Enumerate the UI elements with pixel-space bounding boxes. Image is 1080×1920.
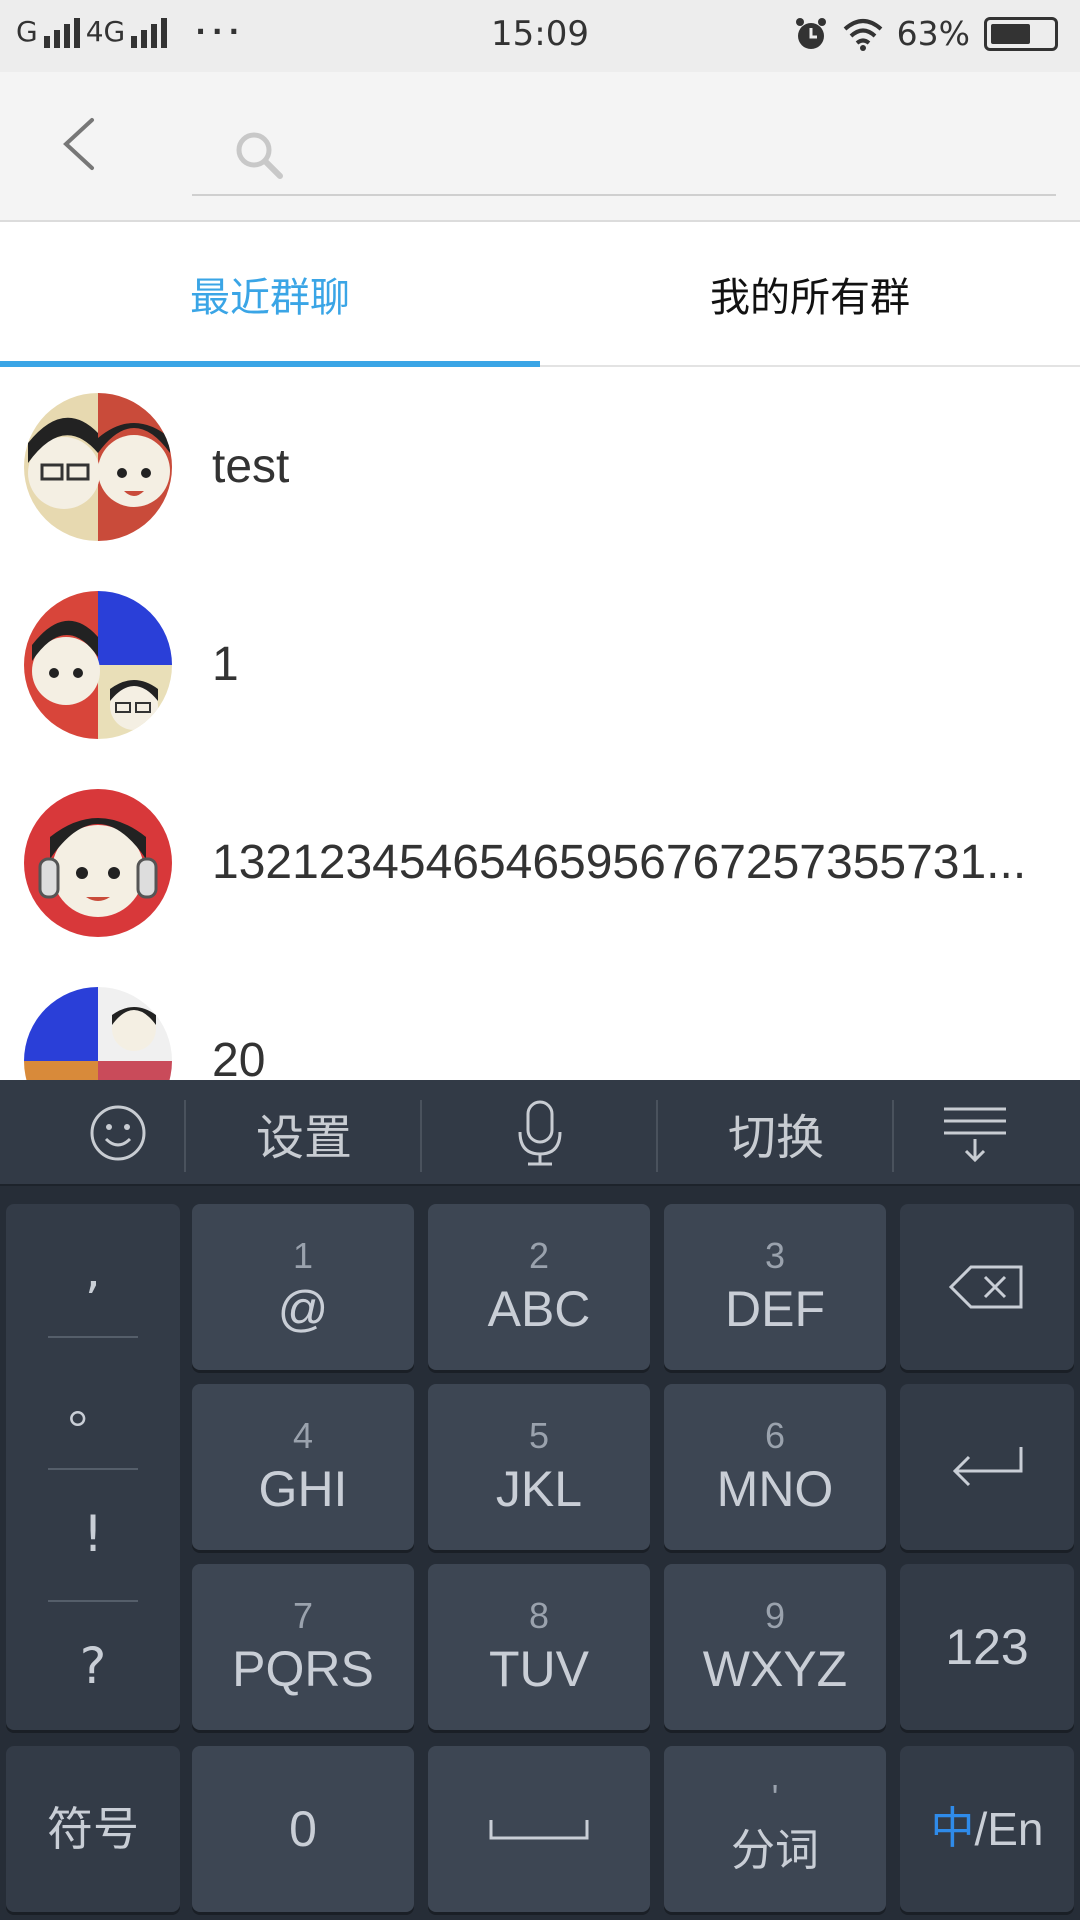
settings-button[interactable]: 设置 [186, 1080, 422, 1186]
lang-en-label: /En [974, 1803, 1044, 1855]
lang-zh-label: 中 [930, 1803, 975, 1854]
group-avatar [24, 789, 172, 937]
search-header [0, 72, 1080, 222]
split-word-key[interactable]: ' 分词 [664, 1746, 886, 1912]
group-list: test 1 13212345465465956767257355731... … [0, 368, 1080, 1080]
key-5[interactable]: 5 JKL [428, 1384, 650, 1550]
symbols-key[interactable]: 符号 [6, 1746, 180, 1912]
key-3[interactable]: 3 DEF [664, 1204, 886, 1370]
battery-icon [984, 16, 1058, 51]
key-2[interactable]: 2 ABC [428, 1204, 650, 1370]
key-number: 2 [528, 1235, 550, 1276]
microphone-icon [518, 1100, 562, 1166]
search-field[interactable] [192, 110, 1056, 196]
key-letters: JKL [495, 1461, 583, 1517]
wifi-icon [843, 18, 882, 51]
space-icon [489, 1820, 589, 1840]
key-1[interactable]: 1 @ [192, 1204, 414, 1370]
key-0[interactable]: 0 [192, 1746, 414, 1912]
key-letters: MNO [716, 1461, 834, 1517]
tab-bar: 最近群聊 我的所有群 [0, 222, 1080, 367]
key-number: 6 [764, 1415, 786, 1456]
space-key[interactable] [428, 1746, 650, 1912]
voice-button[interactable] [422, 1080, 658, 1186]
group-avatar [24, 987, 172, 1080]
key-letters: PQRS [232, 1641, 374, 1697]
key-letters: WXYZ [702, 1641, 848, 1697]
punctuation-column: , 。 ! ? [6, 1204, 180, 1730]
key-number: 4 [292, 1415, 314, 1456]
key-4[interactable]: 4 GHI [192, 1384, 414, 1550]
group-row[interactable]: 13212345465465956767257355731... [0, 764, 1080, 962]
group-name: 13212345465465956767257355731... [212, 836, 1027, 889]
key-label: 分词 [731, 1825, 819, 1876]
emoji-icon [90, 1105, 146, 1161]
status-icons: 63% [793, 14, 1058, 53]
key-8[interactable]: 8 TUV [428, 1564, 650, 1730]
backspace-key[interactable] [900, 1204, 1074, 1370]
key-letters: DEF [725, 1281, 825, 1337]
hide-keyboard-button[interactable] [870, 1080, 1080, 1186]
punct-key-question[interactable]: ? [6, 1600, 180, 1732]
group-name: 1 [212, 638, 239, 691]
numeric-mode-key[interactable]: 123 [900, 1564, 1074, 1730]
key-letters: TUV [489, 1641, 589, 1697]
key-letters: @ [277, 1281, 329, 1337]
group-avatar [24, 591, 172, 739]
key-9[interactable]: 9 WXYZ [664, 1564, 886, 1730]
key-letters: GHI [258, 1461, 348, 1517]
key-number: ' [771, 1777, 779, 1818]
alarm-icon [795, 17, 826, 49]
enter-icon [952, 1447, 1023, 1487]
key-number: 8 [528, 1595, 550, 1636]
group-avatar [24, 393, 172, 541]
language-switch-key[interactable]: 中 /En [900, 1746, 1074, 1912]
keyboard-toolbar: 设置 切换 [0, 1080, 1080, 1186]
key-7[interactable]: 7 PQRS [192, 1564, 414, 1730]
group-row[interactable]: 20 [0, 962, 1080, 1080]
key-label: 符号 [47, 1802, 139, 1856]
group-name: test [212, 440, 290, 493]
group-row[interactable]: test [0, 368, 1080, 566]
punct-key-comma[interactable]: , [6, 1204, 180, 1336]
input-method-keyboard: 设置 切换 , 。 ! ? 1 @ 2 ABC 3 DEF 4 GHI 5 JK… [0, 1080, 1080, 1920]
screen: G 4G ··· 15:09 63% 最近群聊 我的所有群 test 1 132… [0, 0, 1080, 1920]
key-label: 0 [289, 1801, 317, 1857]
key-6[interactable]: 6 MNO [664, 1384, 886, 1550]
key-number: 3 [764, 1235, 786, 1276]
key-number: 1 [292, 1235, 314, 1276]
enter-key[interactable] [900, 1384, 1074, 1550]
back-icon[interactable] [52, 112, 116, 176]
group-name: 20 [212, 1034, 266, 1080]
status-bar: G 4G ··· 15:09 63% [0, 0, 1080, 72]
tab-all-groups[interactable]: 我的所有群 [540, 222, 1080, 365]
key-number: 7 [292, 1595, 314, 1636]
punct-key-period[interactable]: 。 [6, 1336, 180, 1468]
search-icon [236, 132, 283, 179]
tab-recent-groups[interactable]: 最近群聊 [0, 222, 540, 367]
key-number: 9 [764, 1595, 786, 1636]
key-label: 123 [945, 1619, 1029, 1675]
key-letters: ABC [487, 1281, 591, 1337]
battery-percent: 63% [896, 14, 970, 53]
group-row[interactable]: 1 [0, 566, 1080, 764]
switch-button[interactable]: 切换 [658, 1080, 894, 1186]
backspace-icon [949, 1265, 1023, 1309]
punct-key-exclaim[interactable]: ! [6, 1468, 180, 1600]
battery-level [991, 23, 1030, 44]
search-input[interactable] [302, 126, 1032, 182]
key-number: 5 [528, 1415, 550, 1456]
hide-keyboard-icon [944, 1107, 1006, 1163]
